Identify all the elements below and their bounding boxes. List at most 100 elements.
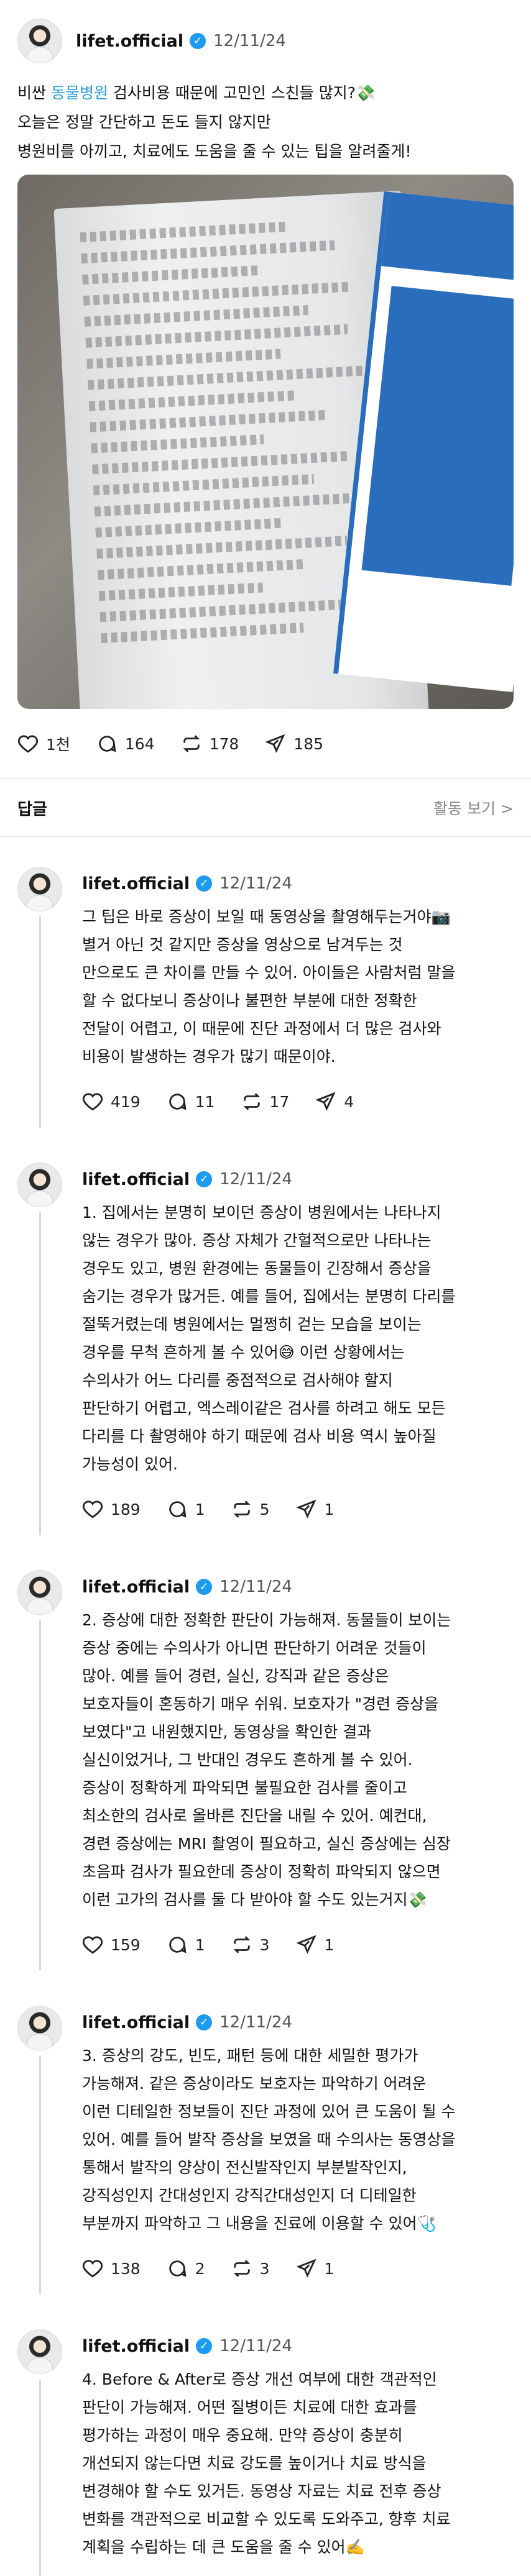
like-button[interactable]: 159 [82,1934,141,1955]
share-button[interactable]: 4 [315,1091,354,1112]
reply-date: 12/11/24 [219,1170,292,1189]
comment-count: 1 [195,1935,205,1954]
post-line: 비싼 동물병원 검사비용 때문에 고민인 스친들 많지?💸 [17,84,376,102]
avatar[interactable] [17,1162,62,1207]
comment-button[interactable]: 11 [167,1091,215,1112]
verified-badge-icon: ✓ [190,33,206,49]
thread-line [39,2379,41,2576]
threads-page: lifet.official ✓ 12/11/24 비싼 동물병원 검사비용 때… [0,0,531,2576]
like-button[interactable]: 189 [82,1499,141,1520]
repost-button[interactable]: 5 [231,1499,270,1520]
share-count: 1 [324,2259,335,2278]
avatar[interactable] [17,1570,62,1615]
username[interactable]: lifet.official [82,874,190,893]
share-button[interactable]: 1 [296,2258,335,2279]
reply-line: 개선되지 않는다면 치료 강도를 높이거나 치료 방식을 [82,2454,427,2472]
reply-line: 평가하는 과정이 매우 중요해. 만약 증상이 충분히 [82,2426,403,2444]
reply-line: 별거 아닌 것 같지만 증상을 영상으로 남겨두는 것 [82,936,403,954]
repost-button[interactable]: 3 [231,2258,270,2279]
repost-count: 3 [259,1935,270,1954]
like-button[interactable]: 419 [82,1091,141,1112]
reply-date: 12/11/24 [219,2013,292,2032]
comment-button[interactable]: 2 [167,2258,205,2279]
reply-line: 4. Before & After로 증상 개선 여부에 대한 객관적인 [82,2370,437,2388]
reply-line: 실신이었거나, 그 반대인 경우도 흔하게 볼 수 있어. [82,1751,413,1769]
post-text: 비싼 동물병원 검사비용 때문에 고민인 스친들 많지?💸 오늘은 정말 간단하… [17,78,514,166]
verified-badge-icon: ✓ [196,1171,213,1187]
share-button[interactable]: 1 [296,1499,335,1520]
reply-line: 절뚝거렸는데 병원에서는 멀쩡히 걷는 모습을 보이는 [82,1315,422,1333]
repost-button[interactable]: 178 [181,733,239,754]
username[interactable]: lifet.official [82,2013,190,2032]
reply-line: 만으로도 큰 차이를 만들 수 있어. 아이들은 사람처럼 말을 [82,964,456,982]
reply-line: 판단하기 어렵고, 엑스레이같은 검사를 하려고 해도 모든 [82,1399,446,1417]
send-icon [296,2259,316,2278]
post-line: 병원비를 아끼고, 치료에도 도움을 줄 수 있는 팁을 알려줄게! [17,142,412,160]
reply-header: lifet.official ✓ 12/11/24 [82,2003,514,2042]
avatar[interactable] [17,2329,62,2374]
replies-header: 답글 활동 보기 > [0,779,531,836]
hashtag-link[interactable]: 동물병원 [51,84,108,102]
comment-count: 11 [195,1092,215,1111]
verified-badge-icon: ✓ [196,2338,213,2354]
send-icon [296,1499,316,1519]
share-count: 1 [324,1935,335,1954]
avatar[interactable] [17,867,62,911]
avatar[interactable] [17,2006,62,2050]
reply-header: lifet.official ✓ 12/11/24 [82,2327,514,2365]
reply-line: 수의사가 어느 다리를 중점적으로 검사해야 할지 [82,1371,393,1389]
comment-button[interactable]: 1 [167,1499,205,1520]
thread-line [39,916,41,1128]
username[interactable]: lifet.official [82,2337,190,2356]
repost-button[interactable]: 3 [231,1934,270,1955]
reply-actions: 159 1 3 1 [82,1914,514,1976]
reply-line: 경련 증상에는 MRI 촬영이 필요하고, 실신 증상에는 심장 [82,1835,451,1853]
reply-line: 초음파 검사가 필요한데 증상이 정확히 파악되지 않으면 [82,1863,441,1881]
thread-line [39,2055,41,2295]
comment-icon [169,1094,187,1110]
share-count: 1 [324,1500,335,1519]
reply-line: 2. 증상에 대한 정확한 판단이 가능해져. 동물들이 보이는 [82,1611,451,1629]
reply-text: 4. Before & After로 증상 개선 여부에 대한 객관적인판단이 … [82,2365,514,2561]
repost-button[interactable]: 17 [241,1091,290,1112]
reply-date: 12/11/24 [219,1578,292,1596]
share-button[interactable]: 185 [265,733,323,754]
repost-count: 17 [269,1092,290,1111]
reply-header: lifet.official ✓ 12/11/24 [82,864,514,903]
send-icon [315,1092,336,1111]
send-icon [296,1935,316,1954]
view-activity-link[interactable]: 활동 보기 > [433,797,514,819]
verified-badge-icon: ✓ [196,875,213,892]
receipt-photo[interactable] [17,175,514,709]
replies-title: 답글 [17,800,47,819]
reply-line: 경우를 무척 흔하게 볼 수 있어😅 이런 상황에서는 [82,1343,405,1361]
reply-line: 최소한의 검사로 올바른 진단을 내릴 수 있어. 예컨대, [82,1807,427,1825]
heart-icon [82,1500,103,1519]
comment-count: 2 [195,2259,205,2278]
verified-badge-icon: ✓ [196,2014,213,2030]
like-button[interactable]: 1천 [17,733,70,755]
reply-left-rail [17,1568,73,1976]
reply-post: lifet.official ✓ 12/11/24 4. Before & Af… [0,2327,531,2576]
reply-line: 증상이 정확하게 파악되면 불필요한 검사를 줄이고 [82,1779,407,1797]
username[interactable]: lifet.official [82,1578,190,1597]
reply-post: lifet.official ✓ 12/11/24 그 팁은 바로 증상이 보일… [0,864,531,1133]
reply-text: 2. 증상에 대한 정확한 판단이 가능해져. 동물들이 보이는증상 중에는 수… [82,1606,514,1914]
reply-actions: 138 2 3 1 [82,2237,514,2300]
username[interactable]: lifet.official [82,1170,190,1189]
reply-line: 증상 중에는 수의사가 아니면 판단하기 어려운 것들이 [82,1639,427,1657]
reply-line: 판단이 가능해져. 어떤 질병이든 치료에 대한 효과를 [82,2398,417,2416]
comment-icon [169,1501,187,1518]
reply-actions: 419 11 17 4 [82,1071,514,1133]
comment-button[interactable]: 1 [167,1934,205,1955]
comment-button[interactable]: 164 [96,733,155,754]
like-button[interactable]: 138 [82,2258,141,2279]
avatar[interactable] [17,19,62,63]
reply-line: 보였다"고 내원했지만, 동영상을 확인한 결과 [82,1723,372,1741]
reply-text: 1. 집에서는 분명히 보이던 증상이 병원에서는 나타나지 않는 경우가 많아.… [82,1199,514,1478]
repost-icon [183,735,200,752]
reply-line: 있어. 예를 들어 발작 증상을 보였을 때 수의사는 동영상을 [82,2131,456,2149]
like-count: 138 [111,2259,141,2278]
username[interactable]: lifet.official [76,32,183,51]
share-button[interactable]: 1 [296,1934,335,1955]
